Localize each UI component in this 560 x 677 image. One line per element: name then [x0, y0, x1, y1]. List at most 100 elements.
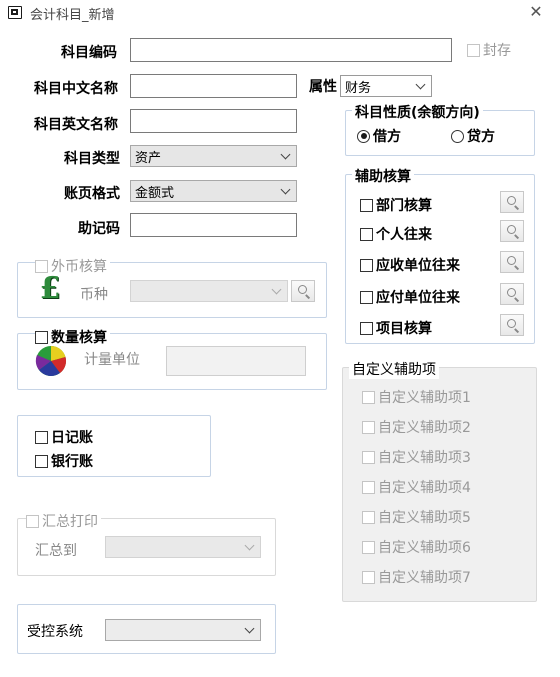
aux-item-label: 项目核算 [376, 321, 432, 337]
radio-dot [451, 129, 464, 143]
aux-person-lookup-button[interactable] [500, 220, 524, 242]
custom-item-2-checkbox[interactable]: 自定义辅助项2 [362, 417, 471, 437]
custom-item-label: 自定义辅助项2 [378, 420, 471, 436]
custom-item-6-checkbox[interactable]: 自定义辅助项6 [362, 537, 471, 557]
checkbox-box [362, 480, 375, 494]
controlled-system-select[interactable] [105, 619, 261, 641]
radio-dot [357, 129, 370, 143]
search-icon [507, 319, 516, 328]
credit-label: 贷方 [467, 129, 495, 145]
frozen-label: 封存 [483, 43, 511, 59]
aux-project-checkbox[interactable]: 项目核算 [360, 318, 432, 338]
debit-label: 借方 [373, 129, 401, 145]
custom-item-label: 自定义辅助项6 [378, 540, 471, 556]
custom-item-label: 自定义辅助项3 [378, 450, 471, 466]
currency-lookup-button[interactable] [291, 280, 315, 302]
custom-item-7-checkbox[interactable]: 自定义辅助项7 [362, 567, 471, 587]
frozen-checkbox[interactable]: 封存 [467, 40, 511, 60]
mnemonic-input[interactable] [130, 213, 297, 237]
checkbox-box [362, 450, 375, 464]
controlled-system-label: 受控系统 [27, 624, 83, 640]
search-icon [507, 256, 516, 265]
summary-legend: 汇总打印 [42, 514, 98, 530]
unit-label: 计量单位 [84, 352, 140, 368]
checkbox-box [360, 227, 373, 241]
unit-input[interactable] [166, 346, 306, 376]
en-name-input[interactable] [130, 109, 297, 133]
checkbox-box [35, 430, 48, 444]
checkbox-box [362, 390, 375, 404]
en-name-label: 科目英文名称 [34, 117, 118, 133]
checkbox-box [35, 330, 48, 344]
chevron-down-icon [244, 540, 256, 554]
window-title: 会计科目_新增 [30, 8, 115, 23]
type-select[interactable]: 资产 [130, 145, 297, 167]
debit-radio[interactable]: 借方 [357, 126, 401, 146]
bank-journal-checkbox[interactable]: 银行账 [35, 451, 93, 471]
mnemonic-label: 助记码 [78, 221, 120, 237]
ledger-format-select[interactable]: 金额式 [130, 180, 297, 202]
checkbox-box [362, 420, 375, 434]
cn-name-input[interactable] [130, 74, 297, 98]
checkbox-box [360, 290, 373, 304]
search-icon [298, 285, 307, 294]
custom-item-label: 自定义辅助项7 [378, 570, 471, 586]
checkbox-box [360, 198, 373, 212]
nature-legend: 科目性质(余额方向) [352, 102, 483, 122]
aux-item-label: 部门核算 [376, 198, 432, 214]
summary-to-select[interactable] [105, 536, 261, 558]
daily-journal-checkbox[interactable]: 日记账 [35, 427, 93, 447]
bank-journal-label: 银行账 [51, 454, 93, 470]
summary-print-checkbox[interactable]: 汇总打印 [26, 511, 101, 531]
pie-chart-icon [35, 345, 67, 376]
aux-person-checkbox[interactable]: 个人往来 [360, 224, 432, 244]
quantity-checkbox[interactable]: 数量核算 [35, 327, 110, 347]
checkbox-box [362, 510, 375, 524]
checkbox-box [360, 321, 373, 335]
aux-receivable-lookup-button[interactable] [500, 251, 524, 273]
aux-item-label: 个人往来 [376, 227, 432, 243]
custom-item-3-checkbox[interactable]: 自定义辅助项3 [362, 447, 471, 467]
checkbox-box [467, 43, 480, 57]
code-label: 科目编码 [61, 45, 117, 61]
search-icon [507, 225, 516, 234]
aux-project-lookup-button[interactable] [500, 314, 524, 336]
credit-radio[interactable]: 贷方 [451, 126, 495, 146]
aux-payable-checkbox[interactable]: 应付单位往来 [360, 287, 460, 307]
cn-name-label: 科目中文名称 [34, 81, 118, 97]
type-label: 科目类型 [64, 151, 120, 167]
code-input[interactable] [130, 38, 452, 62]
type-value: 资产 [135, 151, 162, 166]
ledger-format-value: 金额式 [135, 186, 175, 201]
daily-journal-label: 日记账 [51, 430, 93, 446]
checkbox-box [26, 514, 39, 528]
chevron-down-icon [271, 284, 283, 298]
currency-select[interactable] [130, 280, 288, 302]
checkbox-box [35, 454, 48, 468]
search-icon [507, 196, 516, 205]
custom-item-5-checkbox[interactable]: 自定义辅助项5 [362, 507, 471, 527]
currency-label: 币种 [80, 287, 108, 303]
custom-item-label: 自定义辅助项1 [378, 390, 471, 406]
pound-currency-icon: £ [39, 271, 61, 306]
custom-item-1-checkbox[interactable]: 自定义辅助项1 [362, 387, 471, 407]
search-icon [507, 288, 516, 297]
aux-receivable-checkbox[interactable]: 应收单位往来 [360, 255, 460, 275]
ledger-format-label: 账页格式 [64, 186, 120, 202]
chevron-down-icon [280, 149, 292, 163]
checkbox-box [360, 258, 373, 272]
property-label: 属性 [309, 79, 337, 95]
aux-department-checkbox[interactable]: 部门核算 [360, 195, 432, 215]
app-icon [8, 6, 22, 19]
custom-item-label: 自定义辅助项4 [378, 480, 471, 496]
property-select[interactable]: 财务 [340, 75, 432, 97]
aux-item-label: 应付单位往来 [376, 290, 460, 306]
checkbox-box [362, 570, 375, 584]
summary-to-label: 汇总到 [35, 543, 77, 559]
custom-item-4-checkbox[interactable]: 自定义辅助项4 [362, 477, 471, 497]
aux-payable-lookup-button[interactable] [500, 283, 524, 305]
close-button[interactable]: ✕ [526, 2, 546, 21]
aux-department-lookup-button[interactable] [500, 191, 524, 213]
auxiliary-legend: 辅助核算 [352, 166, 414, 186]
title-bar: 会计科目_新增 ✕ [0, 0, 560, 26]
